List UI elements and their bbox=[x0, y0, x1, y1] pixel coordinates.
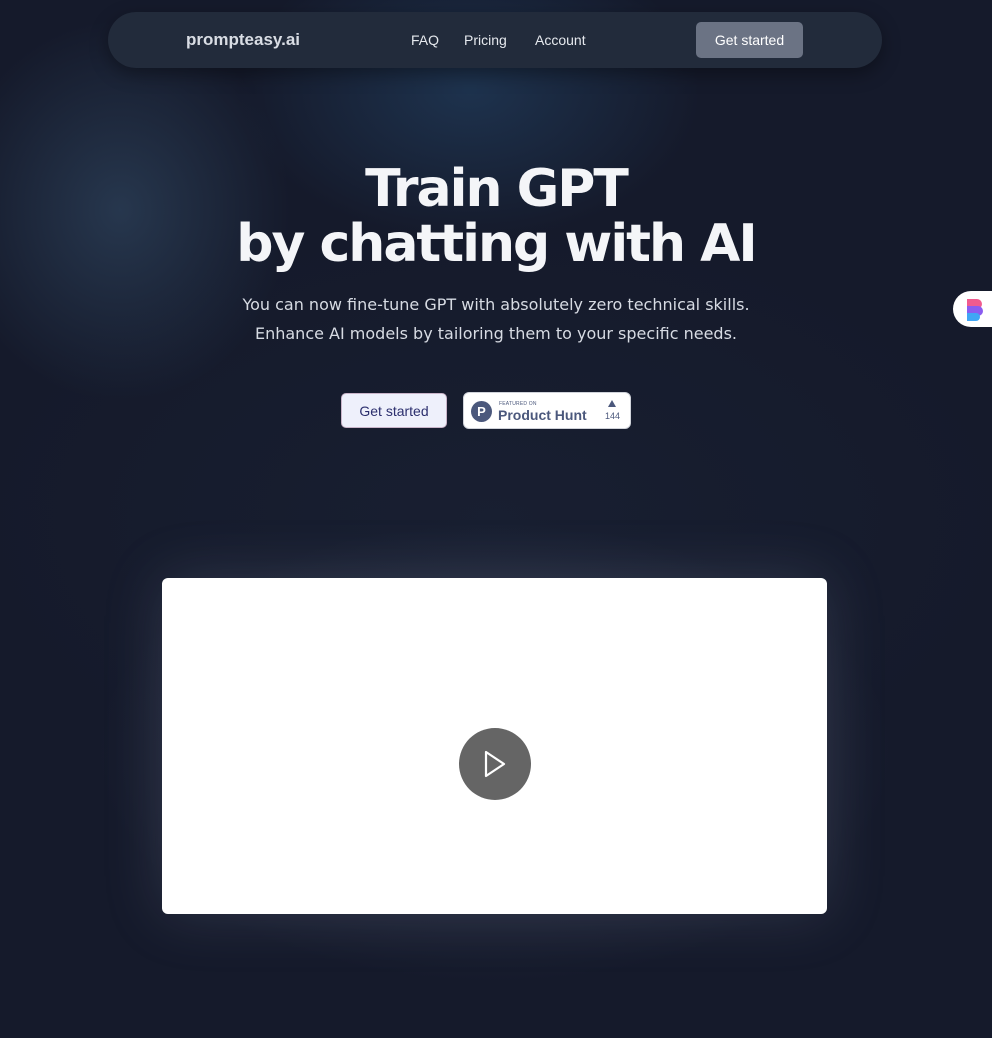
brand-logo[interactable]: prompteasy.ai bbox=[186, 30, 300, 50]
nav-link-pricing[interactable]: Pricing bbox=[464, 32, 507, 48]
hero-title-line-2: by chatting with AI bbox=[236, 214, 757, 274]
side-app-widget[interactable] bbox=[953, 291, 992, 327]
video-player[interactable] bbox=[162, 578, 827, 914]
nav-link-account[interactable]: Account bbox=[535, 32, 586, 48]
top-navbar: prompteasy.ai FAQ Pricing Account Get st… bbox=[108, 12, 882, 68]
nav-get-started-button[interactable]: Get started bbox=[696, 22, 803, 58]
hero-subtitle-line-2: Enhance AI models by tailoring them to y… bbox=[254, 324, 737, 343]
hero-subtitle-line-1: You can now fine-tune GPT with absolutel… bbox=[242, 295, 750, 314]
hero-title-line-1: Train GPT bbox=[365, 159, 629, 219]
product-hunt-badge[interactable]: P FEATURED ON Product Hunt 144 bbox=[463, 392, 631, 429]
upvote-count: 144 bbox=[605, 411, 621, 421]
app-widget-icon bbox=[967, 299, 983, 321]
play-button[interactable] bbox=[459, 728, 531, 800]
product-hunt-logo-icon: P bbox=[471, 401, 492, 422]
nav-link-faq[interactable]: FAQ bbox=[411, 32, 439, 48]
hero-get-started-button[interactable]: Get started bbox=[341, 393, 447, 428]
play-icon bbox=[484, 750, 506, 778]
product-hunt-name: Product Hunt bbox=[498, 407, 587, 423]
upvote-arrow-icon bbox=[608, 400, 616, 407]
